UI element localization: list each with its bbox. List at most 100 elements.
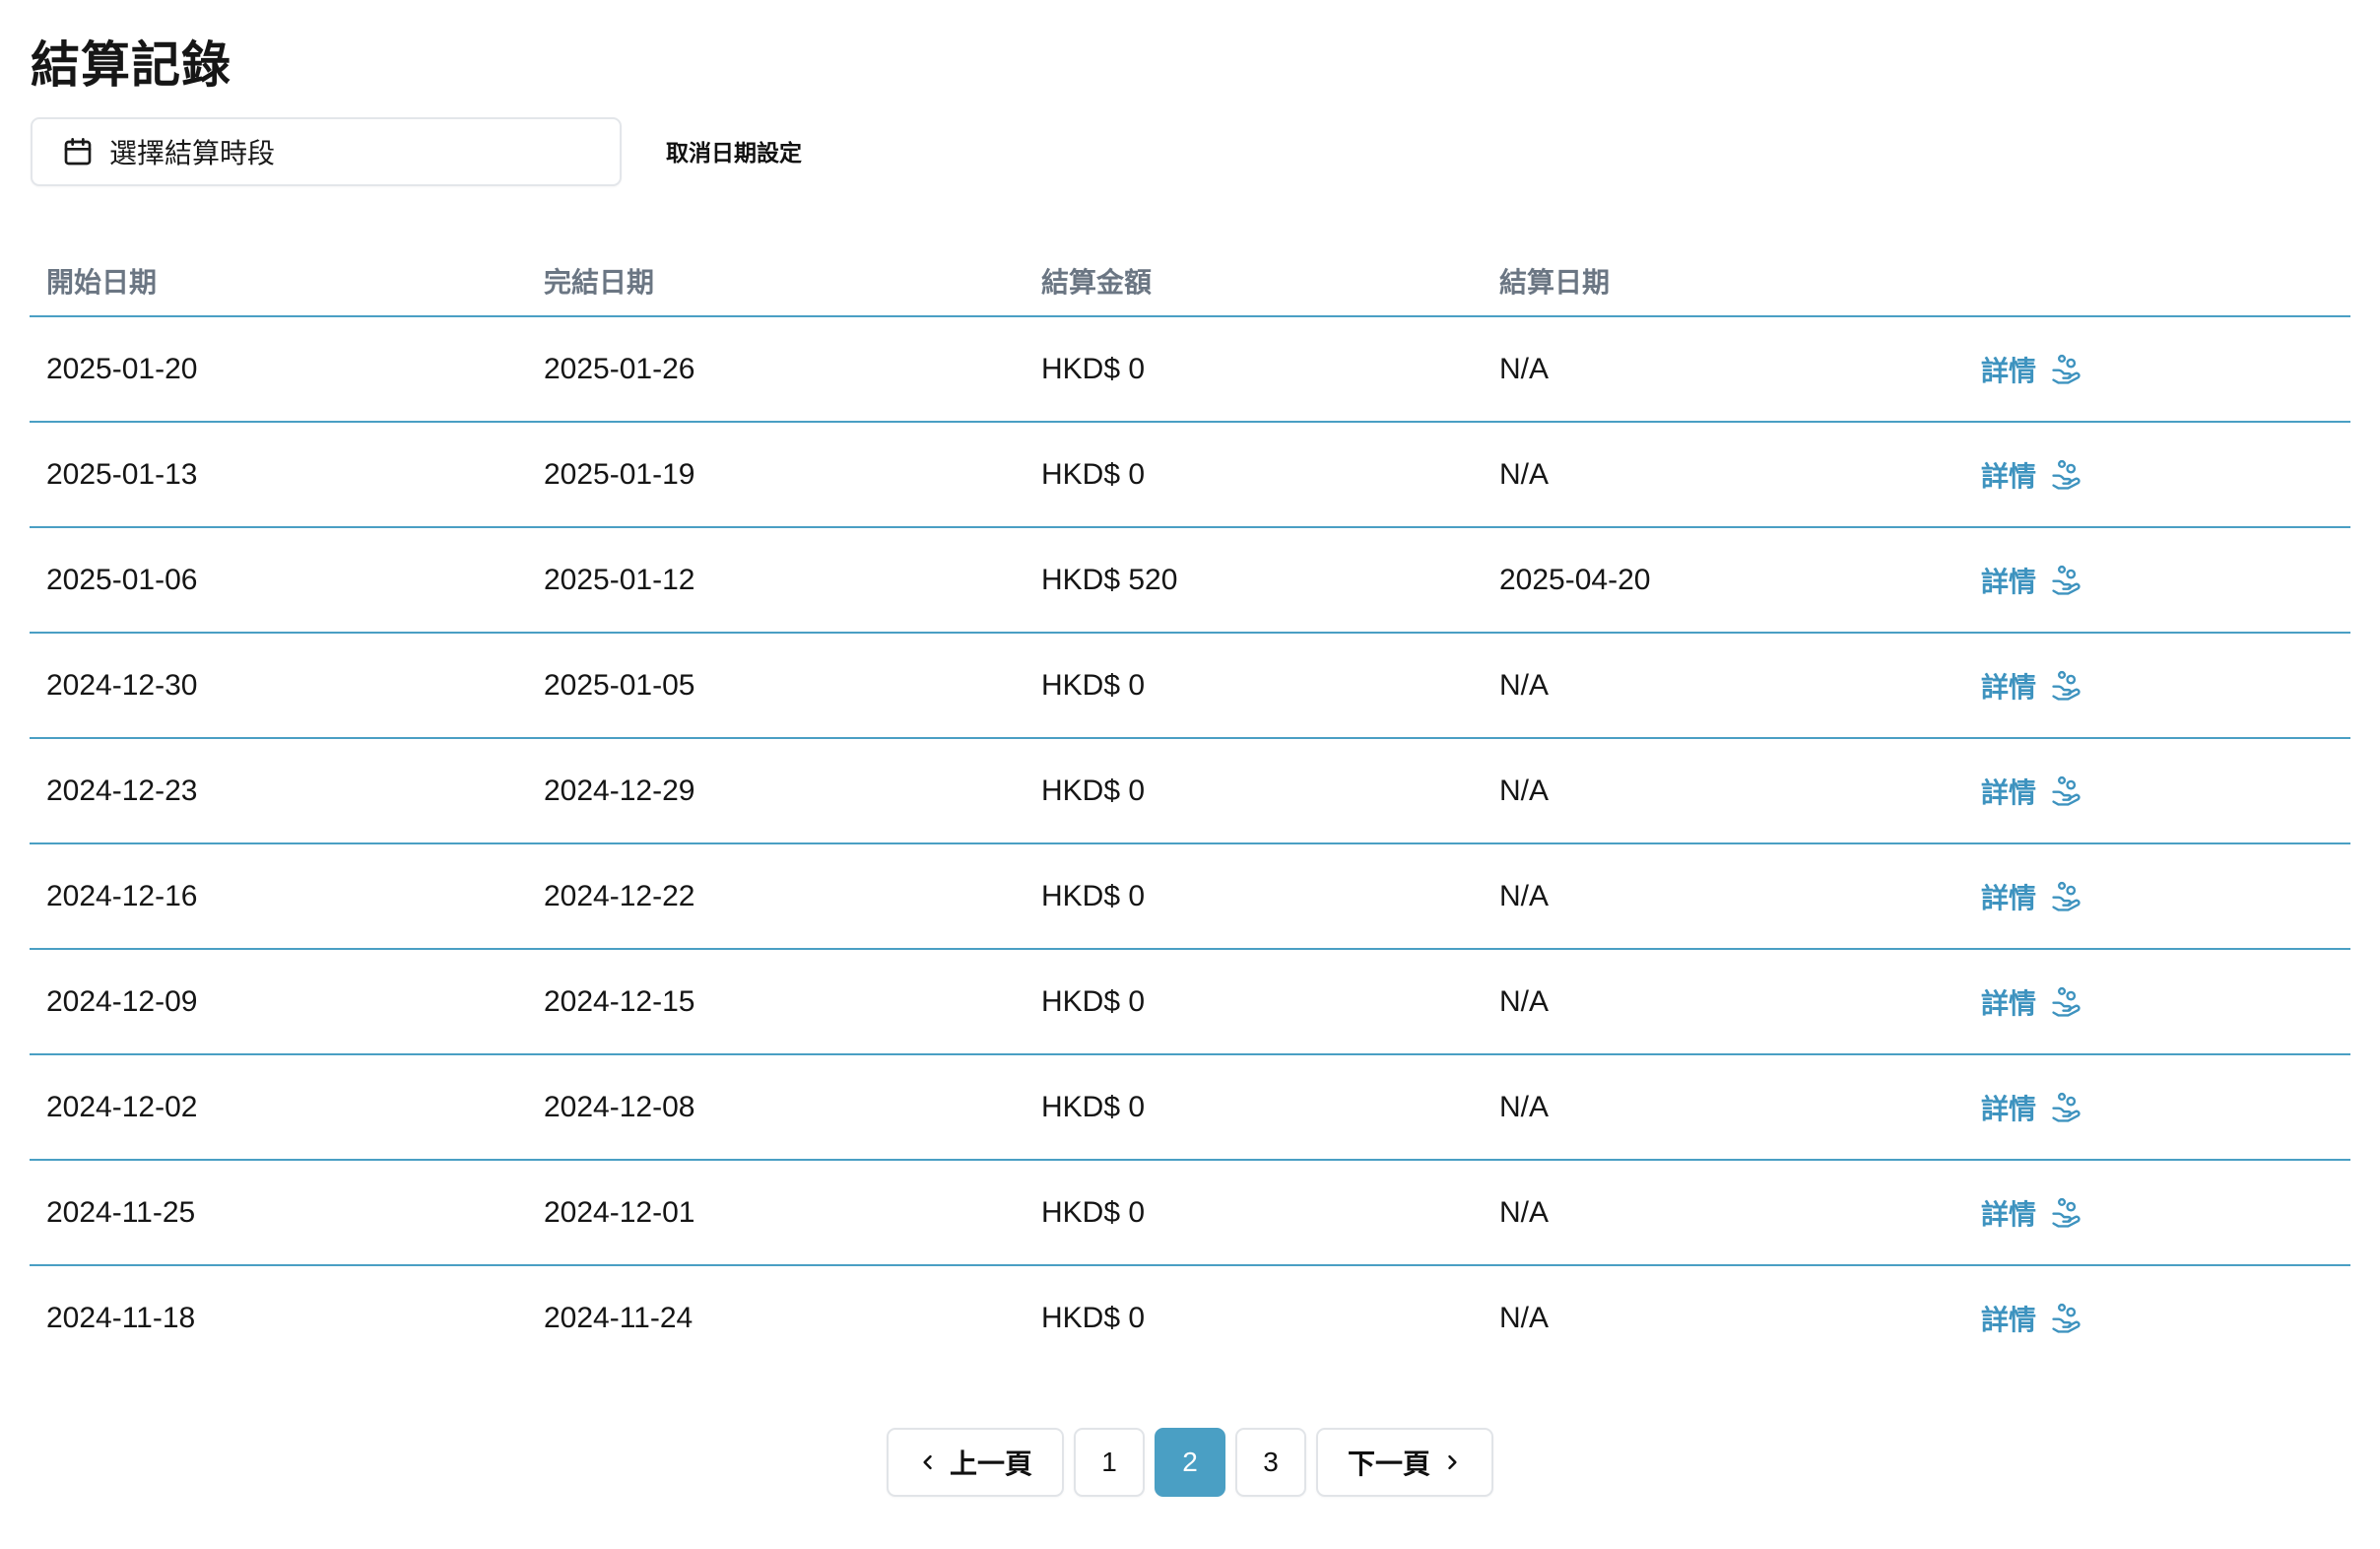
cell-amount: HKD$ 0 xyxy=(1025,1054,1483,1161)
cell-actions: 詳情 xyxy=(1964,422,2350,528)
table-row: 2024-11-25 2024-12-01 HKD$ 0 N/A 詳情 xyxy=(30,1160,2350,1266)
cell-start-date: 2024-11-25 xyxy=(30,1160,527,1266)
cell-amount: HKD$ 0 xyxy=(1041,1301,1146,1334)
cell-amount: HKD$ 0 xyxy=(1025,738,1483,844)
detail-label: 詳情 xyxy=(1981,881,2037,914)
table-row: 2024-12-02 2024-12-08 HKD$ 0 N/A 詳情 xyxy=(30,1054,2350,1161)
detail-link[interactable]: 詳情 xyxy=(1981,877,2083,916)
hand-coins-icon xyxy=(2050,985,2083,1019)
chevron-left-icon xyxy=(918,1452,938,1472)
cell-amount: HKD$ 0 xyxy=(1025,422,1483,528)
clear-date-button[interactable]: 取消日期設定 xyxy=(666,134,802,168)
column-header-end-date: 完結日期 xyxy=(527,246,1025,317)
cell-settlement-date: N/A xyxy=(1483,422,1964,528)
detail-label: 詳情 xyxy=(1981,775,2037,809)
cell-start-date: 2025-01-20 xyxy=(30,316,527,423)
detail-label: 詳情 xyxy=(1981,1303,2037,1336)
cell-amount: HKD$ 0 xyxy=(1025,316,1483,423)
detail-link[interactable]: 詳情 xyxy=(1981,1299,2083,1338)
table-row: 2025-01-06 2025-01-12 HKD$ 520 2025-04-20 詳情 xyxy=(30,527,2350,634)
cell-start-date: 2024-12-16 xyxy=(30,843,527,950)
next-page-label: 下一頁 xyxy=(1347,1448,1430,1480)
cell-actions: 詳情 xyxy=(1964,1054,2350,1161)
page-button-3[interactable]: 3 xyxy=(1235,1428,1306,1497)
hand-coins-icon xyxy=(2050,353,2083,386)
detail-label: 詳情 xyxy=(1981,459,2037,493)
cell-amount: HKD$ 0 xyxy=(1025,633,1483,739)
cell-actions: 詳情 xyxy=(1964,1160,2350,1266)
hand-coins-icon xyxy=(2050,880,2083,913)
cell-end-date: 2024-12-08 xyxy=(527,1054,1025,1161)
cell-end-date: 2025-01-05 xyxy=(527,633,1025,739)
column-header-amount: 結算金額 xyxy=(1025,246,1483,317)
detail-link[interactable]: 詳情 xyxy=(1981,1088,2083,1127)
pagination: 上一頁 1 2 3 下一頁 xyxy=(0,1428,2380,1497)
cell-start-date: 2024-12-09 xyxy=(30,949,527,1055)
detail-label: 詳情 xyxy=(1981,354,2037,387)
cell-settlement-date: N/A xyxy=(1483,1054,1964,1161)
cell-settlement-date: N/A xyxy=(1483,1160,1964,1266)
hand-coins-icon xyxy=(2050,458,2083,492)
detail-link[interactable]: 詳情 xyxy=(1981,1193,2083,1233)
cell-end-date: 2024-12-15 xyxy=(527,949,1025,1055)
prev-page-label: 上一頁 xyxy=(949,1448,1032,1480)
page-button-2-current[interactable]: 2 xyxy=(1155,1428,1225,1497)
prev-page-button[interactable]: 上一頁 xyxy=(887,1428,1064,1497)
cell-end-date: 2024-12-01 xyxy=(527,1160,1025,1266)
next-page-button[interactable]: 下一頁 xyxy=(1316,1428,1493,1497)
cell-settlement-date: N/A xyxy=(1483,843,1964,950)
cell-actions: 詳情 xyxy=(1964,843,2350,950)
cell-settlement-date: N/A xyxy=(1483,316,1964,423)
detail-label: 詳情 xyxy=(1981,986,2037,1020)
date-picker-label: 選擇結算時段 xyxy=(109,137,276,169)
detail-link[interactable]: 詳情 xyxy=(1981,455,2083,495)
column-header-start-date: 開始日期 xyxy=(30,246,527,317)
cell-settlement-date: N/A xyxy=(1483,633,1964,739)
cell-settlement-date: N/A xyxy=(1483,949,1964,1055)
detail-label: 詳情 xyxy=(1981,1092,2037,1125)
cell-amount: HKD$ 0 xyxy=(1025,949,1483,1055)
cell-end-date: 2024-12-29 xyxy=(527,738,1025,844)
column-header-actions xyxy=(1964,246,2350,317)
page-button-1[interactable]: 1 xyxy=(1074,1428,1145,1497)
detail-link[interactable]: 詳情 xyxy=(1981,982,2083,1022)
cell-amount: HKD$ 520 xyxy=(1025,527,1483,634)
table-row: 2024-12-23 2024-12-29 HKD$ 0 N/A 詳情 xyxy=(30,738,2350,844)
hand-coins-icon xyxy=(2050,774,2083,808)
cell-actions: 詳情 xyxy=(1964,633,2350,739)
hand-coins-icon xyxy=(2050,1196,2083,1230)
cell-actions: 詳情 xyxy=(1964,738,2350,844)
cell-actions: 詳情 xyxy=(1964,1265,2350,1370)
calendar-icon xyxy=(62,136,94,168)
table-row: 2024-11-18 2024-11-24 HKD$ 0 N/A 詳情 xyxy=(30,1265,2350,1370)
cell-start-date: 2025-01-13 xyxy=(30,422,527,528)
column-header-settlement-date: 結算日期 xyxy=(1483,246,1964,317)
detail-label: 詳情 xyxy=(1981,670,2037,704)
cell-amount: HKD$ 0 xyxy=(1025,1160,1483,1266)
detail-label: 詳情 xyxy=(1981,1197,2037,1231)
hand-coins-icon xyxy=(2050,564,2083,597)
table-row: 2024-12-30 2025-01-05 HKD$ 0 N/A 詳情 xyxy=(30,633,2350,739)
cell-start-date: 2024-12-30 xyxy=(30,633,527,739)
cell-end-date: 2024-11-24 xyxy=(544,1301,694,1334)
cell-settlement-date: N/A xyxy=(1499,1301,1550,1334)
detail-link[interactable]: 詳情 xyxy=(1981,666,2083,706)
settlement-table: 開始日期 完結日期 結算金額 結算日期 2025-01-20 2025-01-26… xyxy=(30,246,2350,1370)
detail-link[interactable]: 詳情 xyxy=(1981,561,2083,600)
detail-label: 詳情 xyxy=(1981,565,2037,598)
date-range-picker[interactable]: 選擇結算時段 xyxy=(31,117,622,186)
cell-start-date: 2024-11-18 xyxy=(46,1301,196,1334)
detail-link[interactable]: 詳情 xyxy=(1981,772,2083,811)
hand-coins-icon xyxy=(2050,1091,2083,1124)
detail-link[interactable]: 詳情 xyxy=(1981,350,2083,389)
cell-start-date: 2024-12-23 xyxy=(30,738,527,844)
hand-coins-icon xyxy=(2050,1302,2083,1335)
cell-start-date: 2024-12-02 xyxy=(30,1054,527,1161)
cell-amount: HKD$ 0 xyxy=(1025,843,1483,950)
chevron-right-icon xyxy=(1442,1452,1462,1472)
table-header-row: 開始日期 完結日期 結算金額 結算日期 xyxy=(30,246,2350,317)
table-row: 2025-01-20 2025-01-26 HKD$ 0 N/A 詳情 xyxy=(30,316,2350,423)
page-title: 結算記錄 xyxy=(31,36,231,94)
table-row: 2024-12-09 2024-12-15 HKD$ 0 N/A 詳情 xyxy=(30,949,2350,1055)
hand-coins-icon xyxy=(2050,669,2083,703)
